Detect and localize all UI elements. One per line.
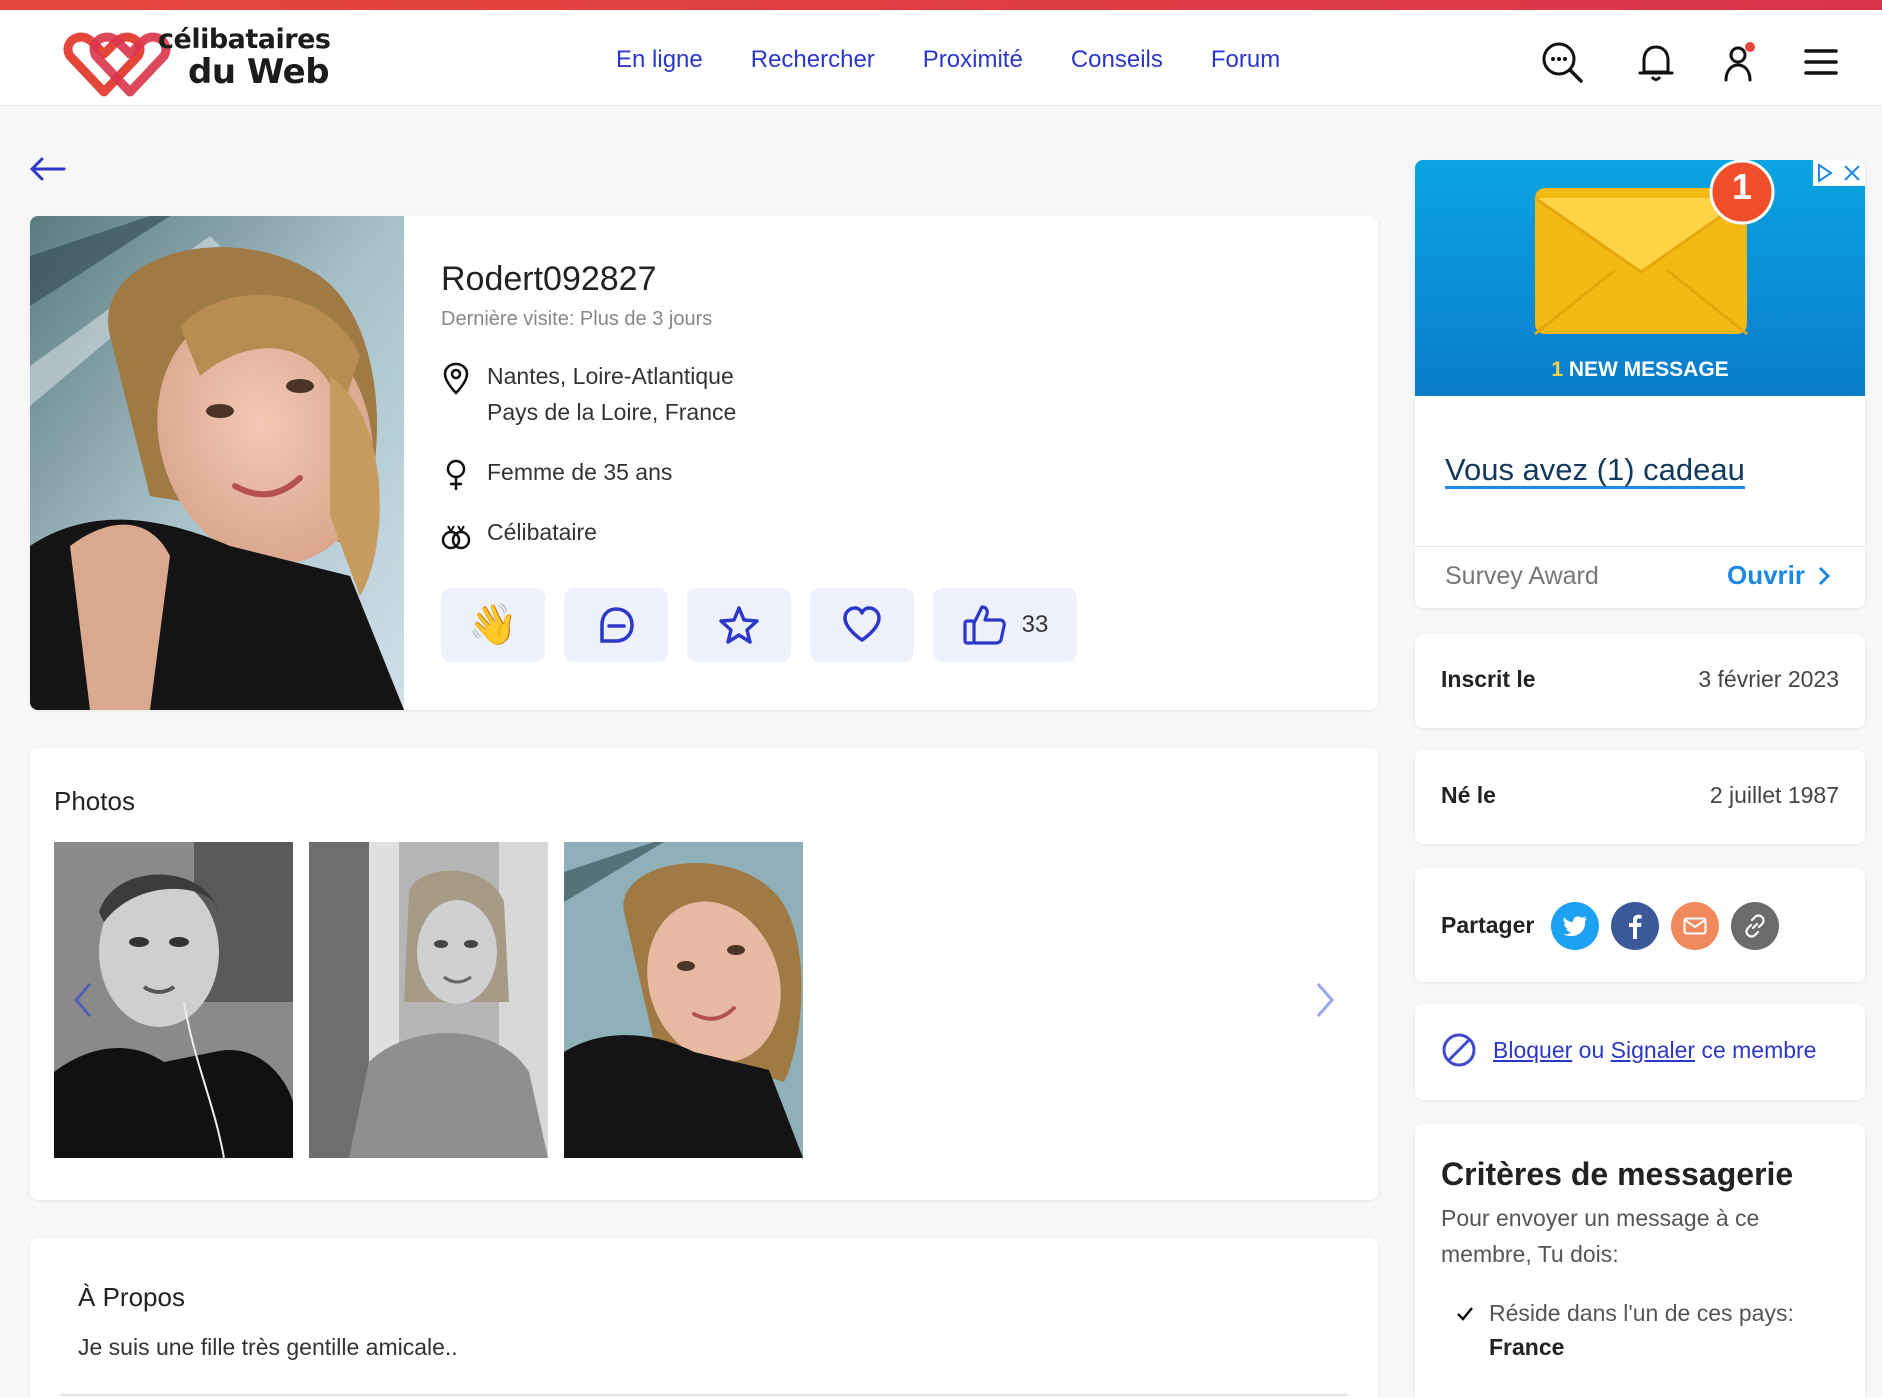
block-link[interactable]: Bloquer — [1493, 1037, 1572, 1063]
location-city: Nantes, Loire-Atlantique — [487, 363, 734, 389]
registered-label: Inscrit le — [1441, 666, 1536, 692]
birthdate-card: Né le 2 juillet 1987 — [1415, 750, 1865, 844]
block-suffix-text: ce membre — [1701, 1036, 1817, 1063]
main-nav: En ligne Rechercher Proximité Conseils F… — [616, 46, 1280, 74]
registered-card: Inscrit le 3 février 2023 — [1415, 634, 1865, 728]
criteria-item-value: France — [1489, 1334, 1565, 1360]
carousel-next-icon[interactable] — [1312, 980, 1336, 1020]
back-arrow-icon[interactable] — [28, 154, 68, 184]
brand-accent-bar — [0, 0, 1882, 10]
checkmark-icon — [1457, 1307, 1473, 1321]
relationship-status: Célibataire — [487, 519, 597, 545]
photo-2-image — [309, 842, 548, 1158]
about-divider — [60, 1394, 1348, 1396]
hearts-logo-icon — [63, 32, 171, 97]
heart-icon — [843, 606, 881, 642]
site-header: célibataires du Web En ligne Rechercher … — [0, 10, 1882, 106]
like-count: 33 — [1021, 611, 1049, 638]
ad-title-link[interactable]: Vous avez (1) cadeau — [1445, 452, 1745, 488]
ad-new-message-label: 1 NEW MESSAGE — [1551, 358, 1729, 381]
share-facebook-button[interactable] — [1611, 902, 1659, 950]
heart-button[interactable] — [810, 588, 914, 662]
link-icon — [1745, 914, 1765, 938]
gender-age: Femme de 35 ans — [487, 459, 673, 485]
chat-bubble-icon — [600, 607, 634, 643]
bell-icon[interactable] — [1634, 40, 1678, 84]
last-visit: Dernière visite: Plus de 3 jours — [441, 308, 713, 330]
ad-notification-badge: 1 — [1731, 166, 1753, 207]
nav-conseils[interactable]: Conseils — [1071, 46, 1163, 74]
message-button[interactable] — [564, 588, 668, 662]
photos-card: Photos — [30, 748, 1378, 1200]
share-card: Partager — [1415, 868, 1865, 982]
block-icon — [1442, 1033, 1476, 1067]
share-twitter-button[interactable] — [1551, 902, 1599, 950]
facebook-icon — [1629, 914, 1642, 939]
ad-banner[interactable]: 1 1 NEW MESSAGE — [1415, 160, 1865, 396]
ad-open-label: Ouvrir — [1726, 560, 1805, 590]
about-text: Je suis une fille très gentille amicale.… — [78, 1334, 458, 1360]
ad-sponsor: Survey Award — [1445, 562, 1599, 590]
share-email-button[interactable] — [1671, 902, 1719, 950]
logo-text-line2: du Web — [188, 52, 330, 92]
user-profile-icon[interactable] — [1718, 40, 1762, 84]
ad-card[interactable]: 1 1 NEW MESSAGE Vous avez (1) cadeau Sur… — [1415, 160, 1865, 608]
star-icon — [719, 606, 759, 644]
carousel-prev-icon[interactable] — [72, 980, 96, 1020]
criteria-title: Critères de messagerie — [1441, 1156, 1794, 1192]
search-chat-icon[interactable] — [1540, 40, 1584, 84]
profile-photo[interactable] — [30, 216, 404, 710]
ad-choices-close-icon[interactable] — [1813, 160, 1865, 186]
share-label: Partager — [1441, 912, 1535, 938]
photo-3-image — [564, 842, 803, 1158]
nav-forum[interactable]: Forum — [1211, 46, 1280, 74]
twitter-icon — [1563, 916, 1587, 936]
registered-value: 3 février 2023 — [1698, 666, 1839, 692]
criteria-item-text: Réside dans l'un de ces pays: — [1489, 1300, 1794, 1326]
mail-icon — [1683, 917, 1707, 935]
wave-button[interactable]: 👋 — [441, 588, 545, 662]
block-report-card: Bloquer ou Signaler ce membre — [1415, 1004, 1865, 1100]
location-row: Nantes, Loire-Atlantique Pays de la Loir… — [441, 358, 736, 430]
block-report-row: Bloquer ou Signaler ce membre — [1441, 1032, 1816, 1068]
share-link-button[interactable] — [1731, 902, 1779, 950]
female-symbol-icon — [446, 459, 466, 490]
birthdate-label: Né le — [1441, 782, 1496, 808]
ad-divider — [1415, 546, 1865, 547]
wave-hand-icon: 👋 — [468, 602, 518, 648]
profile-photo-image — [30, 216, 404, 710]
nav-en-ligne[interactable]: En ligne — [616, 46, 703, 74]
logo-text-line1: célibataires — [158, 24, 331, 55]
photo-thumbnail-2[interactable] — [309, 842, 548, 1158]
rings-icon — [441, 525, 471, 550]
criteria-item: Réside dans l'un de ces pays: France — [1455, 1296, 1794, 1364]
status-row: Célibataire — [441, 514, 597, 552]
nav-proximite[interactable]: Proximité — [923, 46, 1023, 74]
nav-rechercher[interactable]: Rechercher — [751, 46, 875, 74]
thumbs-up-icon — [963, 605, 1006, 645]
ad-open-button[interactable]: Ouvrir — [1727, 560, 1831, 591]
criteria-description: Pour envoyer un message à ce membre, Tu … — [1441, 1205, 1760, 1267]
about-title: À Propos — [78, 1282, 185, 1312]
block-or-text: ou — [1578, 1036, 1605, 1063]
report-link[interactable]: Signaler — [1611, 1037, 1695, 1063]
about-card: À Propos Je suis une fille très gentille… — [30, 1238, 1378, 1397]
like-button[interactable]: 33 — [933, 588, 1077, 662]
photos-title: Photos — [54, 786, 135, 816]
profile-username: Rodert092827 — [441, 260, 657, 298]
menu-icon[interactable] — [1798, 40, 1842, 84]
messaging-criteria-card: Critères de messagerie Pour envoyer un m… — [1415, 1124, 1865, 1397]
birthdate-value: 2 juillet 1987 — [1709, 782, 1839, 808]
profile-card: Rodert092827 Dernière visite: Plus de 3 … — [30, 216, 1378, 710]
favorite-button[interactable] — [687, 588, 791, 662]
site-logo[interactable]: célibataires du Web — [62, 20, 332, 100]
gender-row: Femme de 35 ans — [441, 454, 672, 492]
photo-thumbnail-3[interactable] — [564, 842, 803, 1158]
location-region: Pays de la Loire, France — [487, 399, 737, 425]
location-pin-icon — [443, 362, 469, 395]
chevron-right-icon — [1818, 566, 1831, 585]
